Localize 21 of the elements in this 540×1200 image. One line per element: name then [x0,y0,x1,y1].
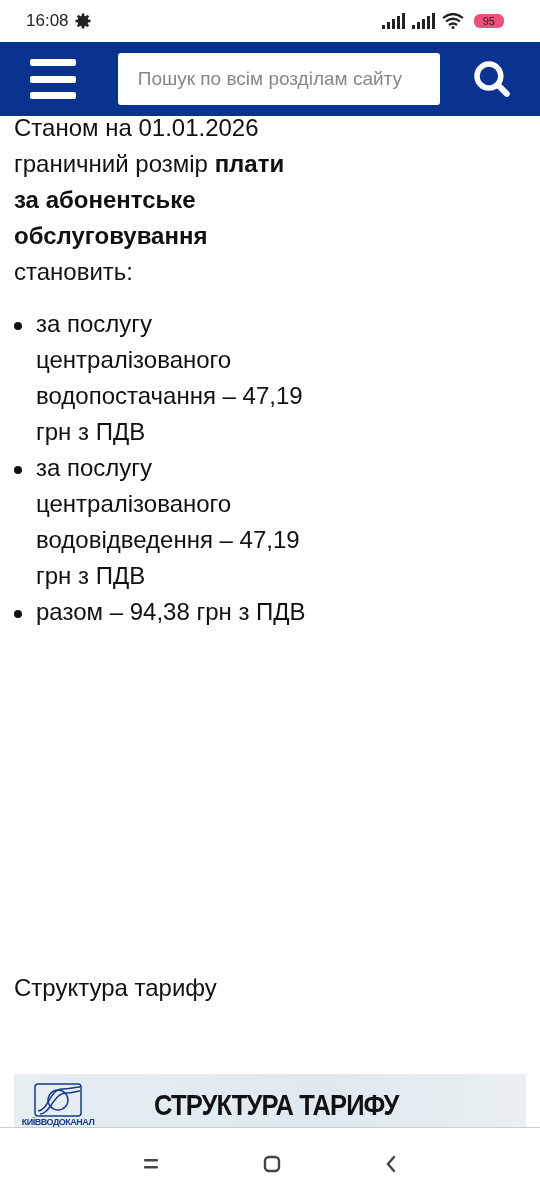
bullet-icon [14,466,22,474]
wifi-icon [441,13,464,29]
signal-icon [381,13,406,29]
menu-icon[interactable] [143,1157,159,1171]
list-item-text: разом – 94,38 грн з ПДВ [36,597,307,627]
back-icon[interactable] [385,1155,397,1173]
logo-label: КИЇВВОДОКАНАЛ [21,1117,95,1127]
bullet-icon [14,322,22,330]
logo-icon [34,1083,82,1117]
search-field[interactable]: Пошук по всім розділам сайту [117,53,441,105]
signal-icon [411,13,436,29]
intro-paragraph: Станом на 01.01.2026 граничний розмір плати за абонентське обслуговування становить: [14,116,286,287]
menu-icon[interactable] [30,59,76,99]
status-time: 16:08 [26,11,69,31]
home-icon[interactable] [263,1155,281,1173]
banner-title: СТРУКТУРА ТАРИФУ [154,1088,399,1122]
search-icon[interactable] [472,59,512,99]
section-heading: Структура тарифу [14,973,218,1003]
bullet-icon [14,610,22,618]
settings-icon [74,13,91,29]
battery-indicator: 95 [473,14,504,28]
